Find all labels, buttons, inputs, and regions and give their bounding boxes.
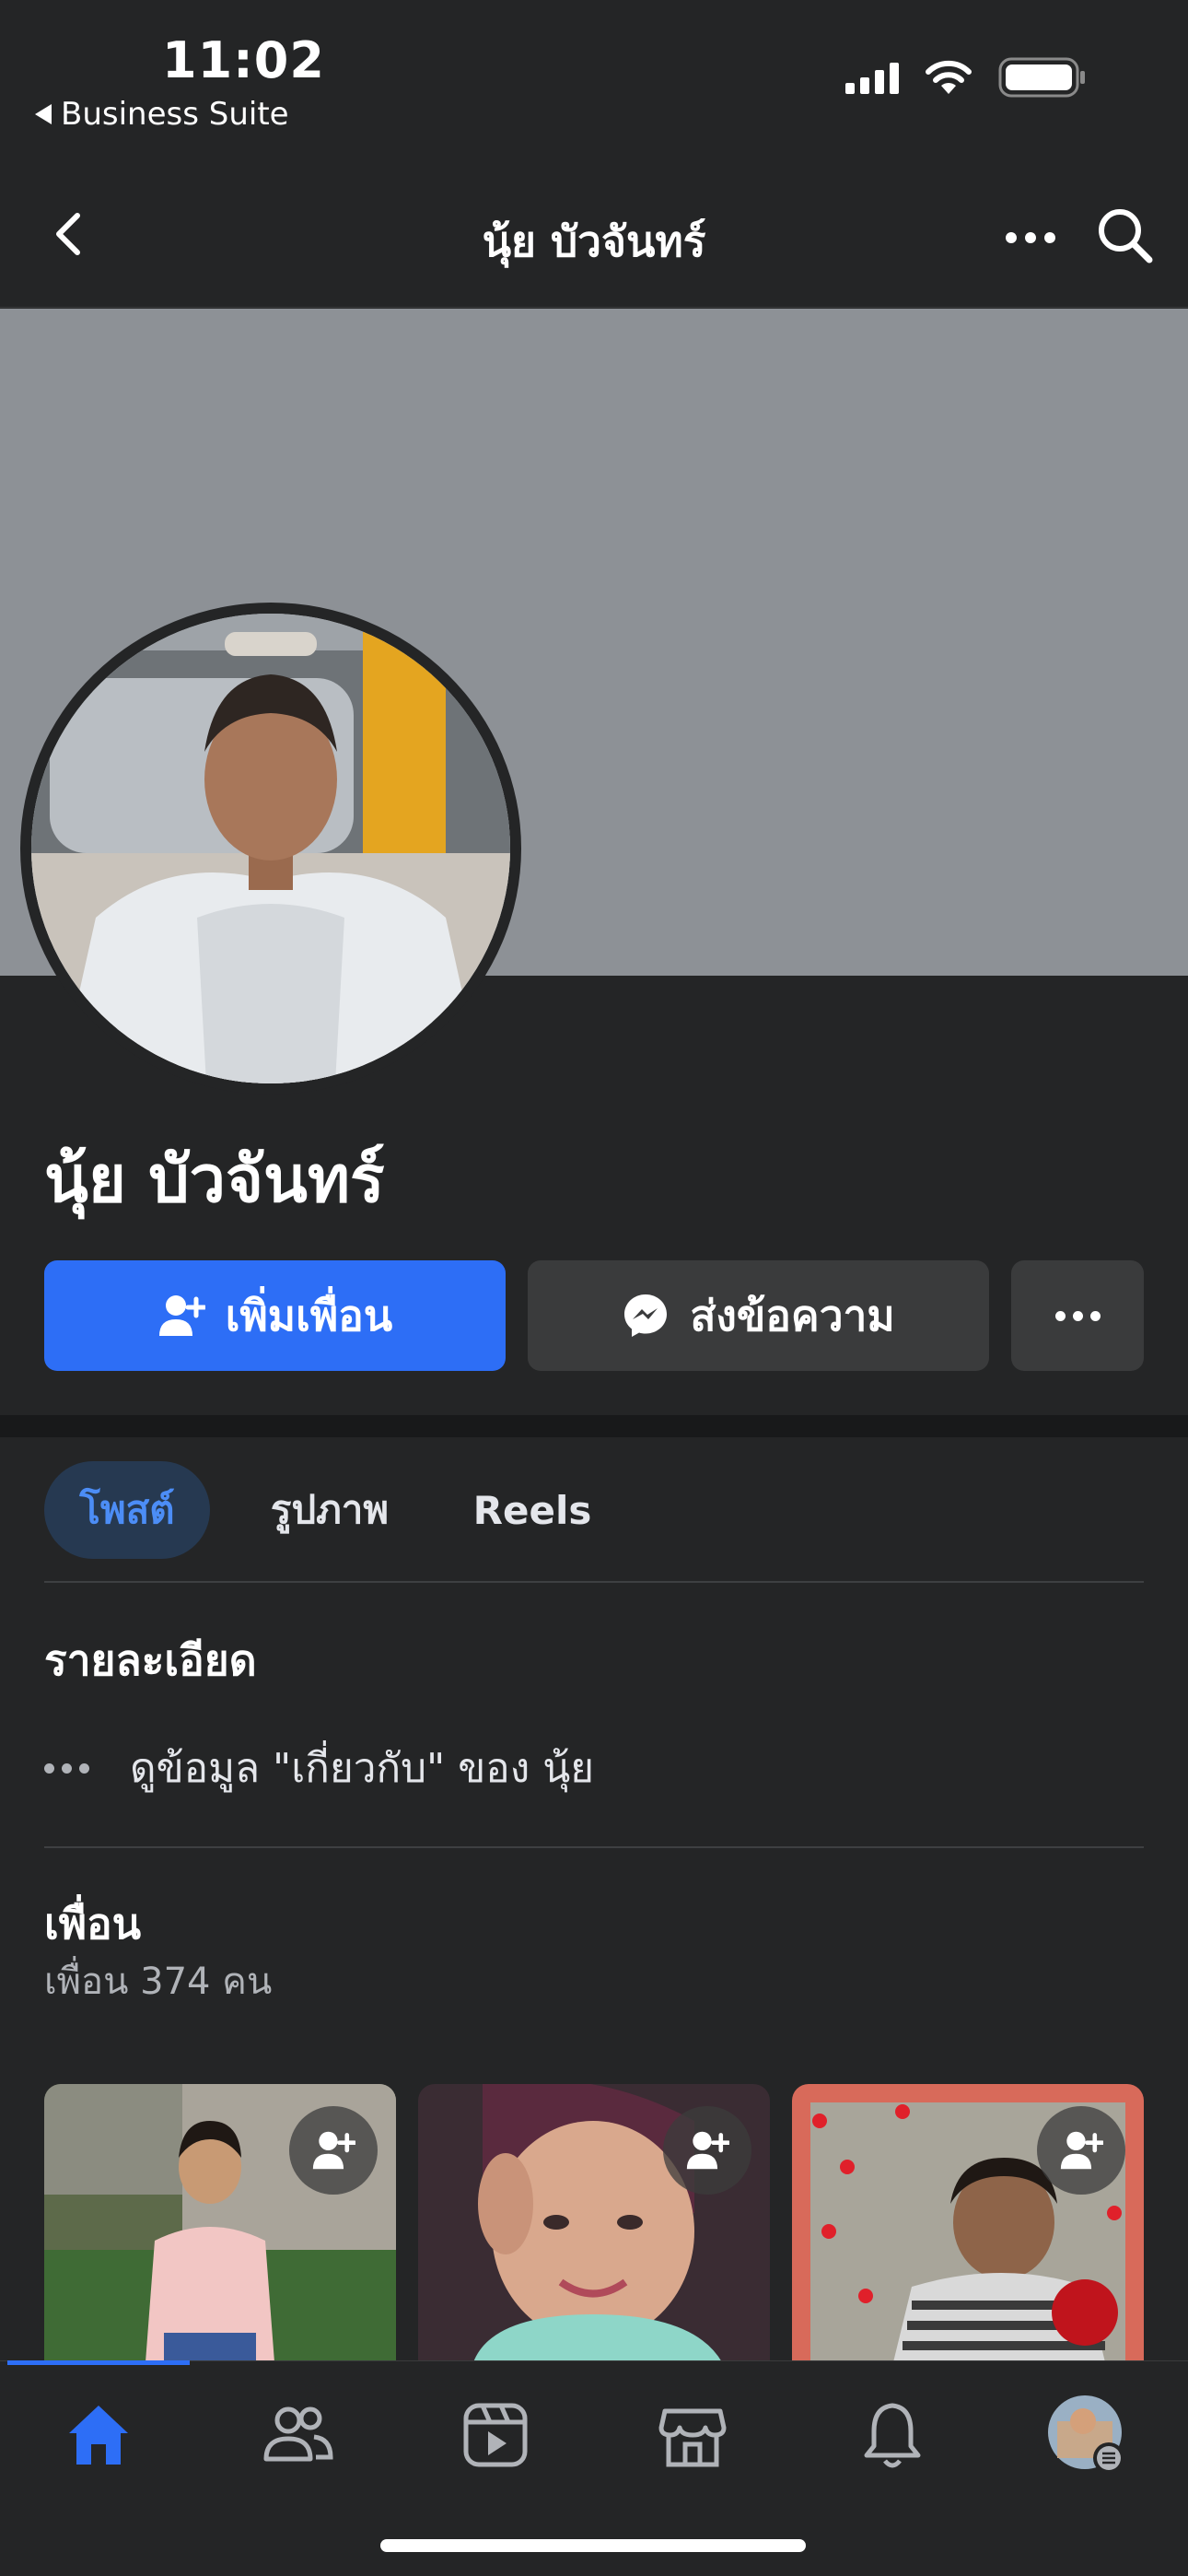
status-icons [845,57,1087,98]
cellular-signal-icon [845,61,899,94]
active-tab-indicator [7,2360,190,2365]
return-to-app-link[interactable]: Business Suite [35,96,289,133]
search-icon[interactable] [1092,203,1157,267]
add-friend-icon[interactable] [289,2106,378,2195]
home-indicator[interactable] [380,2539,806,2552]
message-button[interactable]: ส่งข้อความ [528,1260,989,1371]
more-icon [1054,1310,1101,1321]
video-icon[interactable] [454,2394,537,2476]
add-friend-label: เพิ่มเพื่อน [225,1290,393,1341]
add-friend-button[interactable]: เพิ่มเพื่อน [44,1260,506,1371]
navigation-header: นุ้ย บัวจันทร์ [0,175,1188,308]
notifications-icon[interactable] [851,2394,934,2476]
more-icon [44,1762,89,1774]
section-divider [0,1415,1188,1437]
friends-heading: เพื่อน [44,1899,142,1949]
more-options-button[interactable] [1011,1260,1144,1371]
divider [44,1846,1144,1848]
profile-page: 11:02 Business Suite นุ้ย บัวจันทร์ นุ้ย… [0,0,1188,2576]
messenger-icon [624,1294,668,1337]
friend-card[interactable] [44,2084,396,2362]
profile-menu-icon[interactable] [1046,2394,1129,2476]
add-friend-icon[interactable] [663,2106,751,2195]
home-icon[interactable] [57,2394,140,2476]
add-friend-icon [158,1295,205,1336]
friends-count: เพื่อน 374 คน [44,1961,273,2003]
status-time: 11:02 [162,31,325,89]
details-heading: รายละเอียด [44,1635,257,1685]
profile-photo-illustration [31,614,510,1083]
more-icon[interactable] [1006,232,1055,243]
profile-name: นุ้ย บัวจันทร์ [44,1142,385,1217]
friend-card[interactable] [792,2084,1144,2362]
friend-card[interactable] [418,2084,770,2362]
return-app-label: Business Suite [61,96,289,133]
about-link-label: ดูข้อมูล "เกี่ยวกับ" ของ นุ้ย [130,1745,595,1792]
wifi-icon [926,60,972,94]
back-triangle-icon [35,104,52,124]
battery-icon [998,57,1085,98]
tab-photos[interactable]: รูปภาพ [238,1461,422,1559]
message-label: ส่งข้อความ [690,1290,895,1341]
marketplace-icon[interactable] [651,2394,734,2476]
profile-photo-image [31,614,510,1083]
profile-picture[interactable] [20,603,521,1095]
tab-reels[interactable]: Reels [449,1461,615,1559]
tab-posts[interactable]: โพสต์ [44,1461,210,1559]
about-link[interactable]: ดูข้อมูล "เกี่ยวกับ" ของ นุ้ย [44,1736,594,1800]
add-friend-icon[interactable] [1037,2106,1125,2195]
divider [44,1581,1144,1583]
friends-icon[interactable] [256,2394,339,2476]
